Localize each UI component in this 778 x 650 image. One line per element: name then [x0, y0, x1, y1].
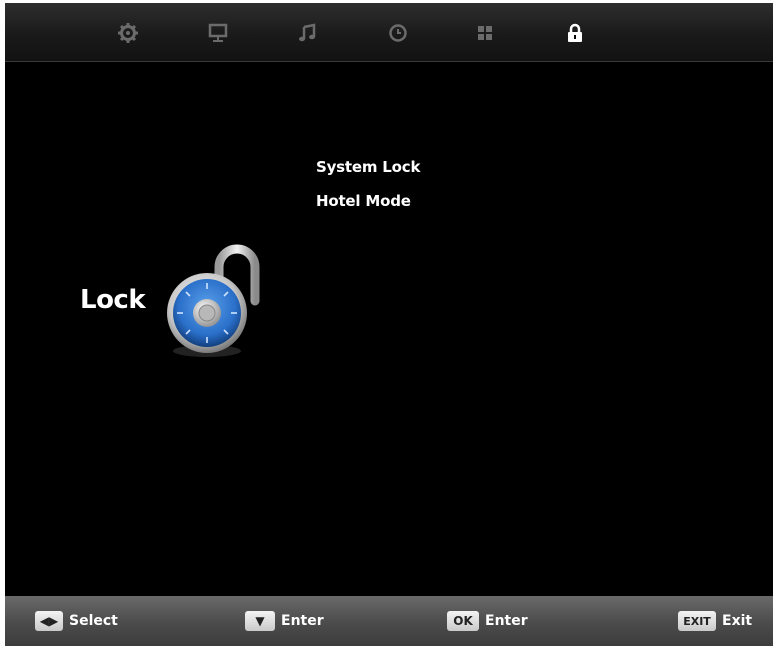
music-note-icon: [299, 23, 316, 42]
hint-exit: EXIT Exit: [678, 611, 752, 631]
menu-tab-bar: [5, 3, 773, 62]
monitor-icon: [208, 23, 228, 42]
hint-select: ◀▶ Select: [35, 611, 118, 631]
tv-menu-screen: System Lock Hotel Mode Lock ◀▶ Select ▼ …: [5, 3, 773, 646]
menu-item-hotel-mode[interactable]: Hotel Mode: [316, 192, 411, 210]
clock-icon: [389, 24, 407, 42]
menu-item-system-lock[interactable]: System Lock: [316, 158, 420, 176]
hint-enter-ok: OK Enter: [447, 611, 528, 631]
exit-key: EXIT: [678, 611, 716, 631]
grid-icon: [478, 26, 492, 40]
hint-label: Enter: [485, 613, 528, 629]
tab-option[interactable]: [467, 15, 503, 51]
menu-item-label: Hotel Mode: [316, 192, 411, 210]
gear-icon: [118, 23, 138, 43]
tab-setup[interactable]: [110, 15, 146, 51]
hint-label: Exit: [722, 613, 753, 629]
hint-label: Select: [69, 613, 118, 629]
tab-sound[interactable]: [290, 15, 326, 51]
left-right-arrows-icon: ◀▶: [35, 611, 63, 631]
menu-item-label: System Lock: [316, 158, 421, 176]
tab-lock[interactable]: [557, 15, 593, 51]
hint-enter-down: ▼ Enter: [245, 611, 324, 631]
category-title: Lock: [80, 285, 146, 315]
tab-picture[interactable]: [200, 15, 236, 51]
lock-icon: [568, 23, 582, 42]
hint-label: Enter: [281, 613, 324, 629]
ok-key: OK: [447, 611, 479, 631]
tab-time[interactable]: [380, 15, 416, 51]
padlock-dial-icon: [167, 244, 260, 357]
down-arrow-icon: ▼: [245, 611, 275, 631]
help-bar: ◀▶ Select ▼ Enter OK Enter EXIT Exit: [5, 596, 773, 646]
